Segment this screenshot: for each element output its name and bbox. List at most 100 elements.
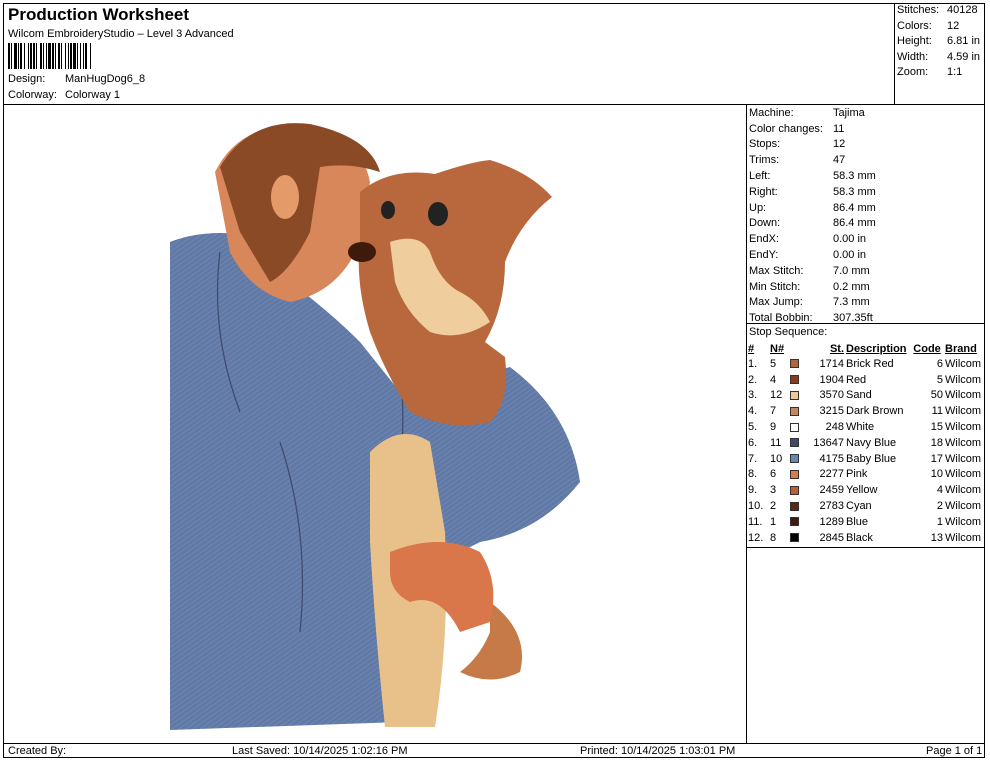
machine-info-value: 58.3 mm	[833, 170, 876, 183]
row-swatch	[789, 498, 803, 514]
summary-value: 6.81 in	[947, 35, 981, 47]
color-swatch	[790, 375, 799, 385]
color-swatch	[790, 485, 799, 495]
row-needle: 2	[770, 500, 777, 513]
machine-info-row: Max Jump: 7.3 mm	[749, 295, 984, 311]
machine-info-label: Min Stitch:	[749, 280, 801, 293]
row-code: 17	[930, 452, 944, 465]
machine-info-label: EndY:	[749, 249, 779, 262]
row-brand: Wilcom	[945, 436, 982, 449]
machine-info-row: Color changes: 11	[749, 121, 984, 137]
summary-row: Height: 6.81 in	[897, 35, 987, 51]
machine-info-value: 0.00 in	[833, 249, 867, 262]
table-row: 5. 9 248 White 15 Wilcom	[747, 419, 985, 435]
row-brand: Wilcom	[945, 389, 982, 402]
col-header-n: N#	[770, 342, 785, 355]
barcode-bar	[91, 43, 92, 69]
color-swatch	[790, 406, 799, 416]
summary-divider	[894, 3, 895, 104]
row-stitches: 3215	[819, 405, 844, 418]
row-needle: 6	[770, 468, 777, 481]
summary-value: 40128	[947, 4, 978, 16]
dog-eye-shape	[381, 201, 395, 219]
machine-info-row: Left: 58.3 mm	[749, 168, 984, 184]
summary-label: Width:	[897, 50, 929, 63]
color-swatch	[790, 533, 799, 543]
row-description: Brick Red	[846, 357, 894, 370]
machine-info-value: Tajima	[833, 106, 865, 119]
row-code: 10	[930, 468, 944, 481]
row-stitches: 4175	[819, 452, 844, 465]
table-row: 1. 5 1714 Brick Red 6 Wilcom	[747, 356, 985, 372]
machine-info-value: 11	[833, 122, 845, 135]
color-swatch	[790, 501, 799, 511]
dog-eye-shape	[428, 202, 448, 226]
color-swatch	[790, 517, 799, 527]
stop-sequence-title: Stop Sequence:	[749, 326, 828, 338]
page-title: Production Worksheet	[8, 5, 190, 24]
color-swatch	[790, 359, 799, 369]
row-swatch	[789, 514, 803, 530]
row-code: 1	[936, 515, 944, 528]
created-by: Created By:	[8, 745, 67, 757]
machine-info-row: Total Bobbin: 307.35ft	[749, 310, 984, 326]
table-row: 9. 3 2459 Yellow 4 Wilcom	[747, 482, 985, 498]
last-saved: Last Saved: 10/14/2025 1:02:16 PM	[232, 745, 408, 757]
summary-row: Stitches: 40128	[897, 4, 987, 20]
table-header-row: # N# St. Description Code Brand	[747, 341, 985, 356]
col-header-code: Code	[913, 342, 941, 355]
colorway-value: Colorway 1	[65, 89, 121, 101]
summary-label: Stitches:	[897, 4, 940, 16]
colorway-label: Colorway:	[8, 89, 57, 101]
row-description: Blue	[846, 515, 869, 528]
page-number: Page 1 of 1	[926, 745, 983, 757]
summary-row: Colors: 12	[897, 20, 987, 36]
row-description: Sand	[846, 389, 872, 402]
machine-info-value: 0.00 in	[833, 233, 867, 246]
machine-info-label: Trims:	[749, 154, 780, 167]
machine-info-row: Down: 86.4 mm	[749, 216, 984, 232]
row-brand: Wilcom	[945, 531, 982, 544]
row-num: 1.	[748, 357, 758, 370]
row-brand: Wilcom	[945, 452, 982, 465]
row-stitches: 13647	[813, 436, 844, 449]
row-code: 6	[936, 357, 944, 370]
summary-row: Zoom: 1:1	[897, 66, 987, 82]
machine-info-value: 86.4 mm	[833, 201, 876, 214]
row-needle: 9	[770, 421, 777, 434]
design-summary: Stitches: 40128 Colors: 12 Height: 6.81 in …	[897, 4, 987, 82]
row-swatch	[789, 403, 803, 419]
design-label: Design:	[8, 73, 46, 85]
row-stitches: 2845	[819, 531, 844, 544]
row-description: Baby Blue	[846, 452, 897, 465]
row-swatch	[789, 451, 803, 467]
row-num: 4.	[748, 405, 758, 418]
machine-info-value: 58.3 mm	[833, 185, 876, 198]
row-code: 18	[930, 436, 944, 449]
machine-info-row: Stops: 12	[749, 137, 984, 153]
row-num: 10.	[748, 500, 764, 513]
col-header-brand: Brand	[945, 342, 977, 355]
printed-date: Printed: 10/14/2025 1:03:01 PM	[580, 745, 736, 757]
color-swatch	[790, 391, 799, 401]
row-needle: 5	[770, 357, 777, 370]
color-swatch	[790, 422, 799, 432]
summary-value: 12	[947, 19, 960, 32]
machine-info-row: EndY: 0.00 in	[749, 247, 984, 263]
row-brand: Wilcom	[945, 500, 982, 513]
machine-info-label: Machine:	[749, 106, 794, 119]
table-row: 8. 6 2277 Pink 10 Wilcom	[747, 467, 985, 483]
row-num: 8.	[748, 468, 758, 481]
row-num: 7.	[748, 452, 758, 465]
row-stitches: 1904	[819, 373, 844, 386]
row-description: White	[846, 421, 875, 434]
summary-label: Height:	[897, 35, 932, 47]
row-description: Black	[846, 531, 873, 544]
col-header-num: #	[748, 342, 755, 355]
machine-info-label: Left:	[749, 170, 771, 183]
summary-label: Zoom:	[897, 66, 929, 78]
table-row: 6. 11 13647 Navy Blue 18 Wilcom	[747, 435, 985, 451]
embroidery-design-preview	[170, 123, 580, 730]
machine-info-label: Max Jump:	[749, 296, 803, 309]
row-num: 3.	[748, 389, 758, 402]
